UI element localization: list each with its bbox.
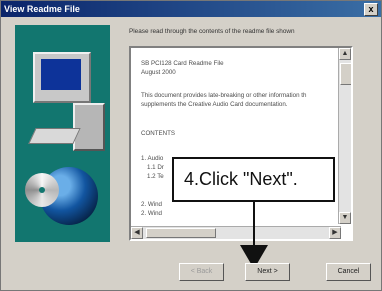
horizontal-scroll-thumb[interactable] [146,228,216,238]
monitor-icon [33,52,91,103]
horizontal-scrollbar[interactable]: ◀ ▶ [131,226,341,239]
back-button[interactable]: < Back [179,263,224,281]
cd-icon [25,173,59,207]
scroll-down-icon[interactable]: ▼ [339,212,351,224]
readme-line: August 2000 [141,69,176,76]
readme-text-box[interactable]: SB PCI128 Card Readme File August 2000 T… [129,46,353,241]
scroll-left-icon[interactable]: ◀ [131,227,143,239]
keyboard-icon [28,128,81,144]
scroll-up-icon[interactable]: ▲ [339,48,351,60]
computer-tower-icon [73,103,105,151]
readme-line: 1.1 Dr [147,164,164,171]
readme-dialog: View Readme File x Please read through t… [0,0,382,291]
readme-line: 1.2 Te [147,173,164,180]
pointer-arrow-icon [253,202,255,250]
monitor-screen [41,59,81,90]
readme-line: This document provides late-breaking or … [141,92,307,99]
next-button[interactable]: Next > [245,263,290,281]
vertical-scroll-thumb[interactable] [340,63,351,85]
readme-line: 2. Wind [141,201,162,208]
title-bar: View Readme File x [1,1,381,17]
window-title: View Readme File [4,4,80,14]
readme-line: CONTENTS [141,130,176,137]
cancel-button[interactable]: Cancel [326,263,371,281]
vertical-scrollbar[interactable]: ▲ ▼ [338,48,351,224]
readme-line: 2. Wind [141,210,162,217]
setup-illustration [15,25,110,242]
readme-line: SB PCI128 Card Readme File [141,60,224,67]
instruction-text: Please read through the contents of the … [129,28,295,35]
scroll-right-icon[interactable]: ▶ [329,227,341,239]
instruction-callout: 4.Click "Next". [172,157,335,202]
readme-line: 1. Audio [141,155,164,162]
readme-line: supplements the Creative Audio Card docu… [141,101,288,108]
close-button[interactable]: x [364,3,378,16]
